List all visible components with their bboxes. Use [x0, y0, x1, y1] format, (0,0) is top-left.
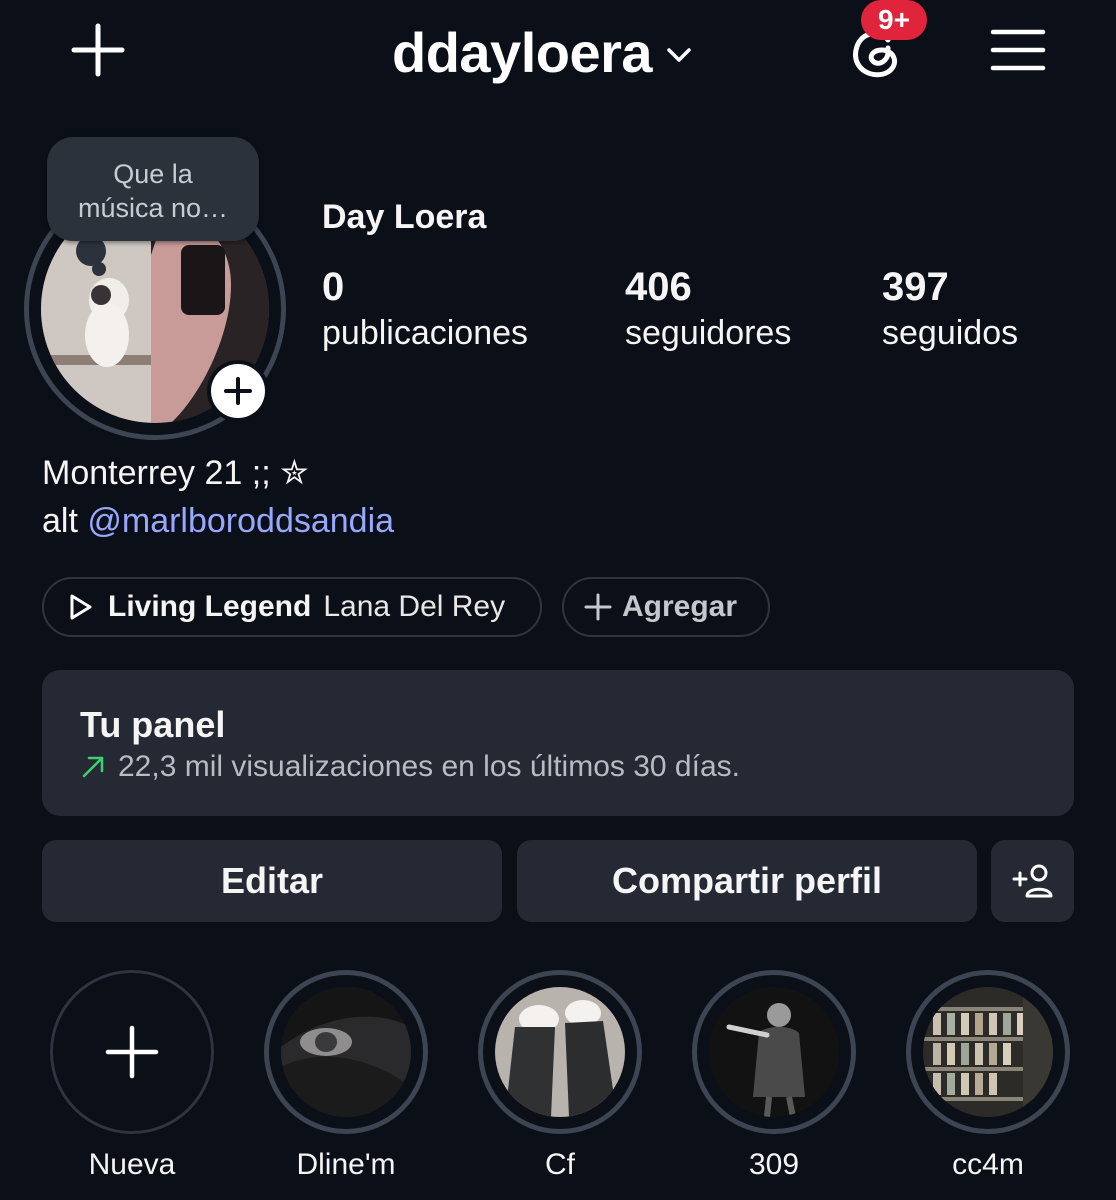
highlight-cover-image	[709, 987, 839, 1117]
music-artist: Lana Del Rey	[323, 590, 506, 623]
notification-badge: 9+	[861, 0, 927, 40]
create-button[interactable]	[68, 20, 128, 80]
plus-icon	[584, 593, 612, 621]
add-user-icon	[1012, 864, 1052, 898]
menu-button[interactable]	[990, 26, 1046, 74]
bio-line: Monterrey 21 ;; ✮	[42, 454, 309, 492]
add-story-button[interactable]	[207, 360, 269, 422]
highlight-ring	[478, 970, 642, 1134]
add-pill-label: Agregar	[622, 590, 738, 623]
highlight-cover-image	[495, 987, 625, 1117]
stat-following-value: 397	[882, 265, 949, 309]
highlight-item[interactable]: cc4m	[904, 970, 1072, 1182]
share-profile-button[interactable]: Compartir perfil	[517, 840, 977, 922]
plus-icon	[71, 23, 125, 77]
account-switcher[interactable]: ddayloera	[392, 20, 692, 84]
play-icon	[70, 594, 92, 620]
stat-posts-label: publicaciones	[322, 314, 529, 352]
dashboard-views-text: 22,3 mil visualizaciones en los últimos …	[118, 750, 740, 783]
highlight-cover-image	[281, 987, 411, 1117]
highlight-label: cc4m	[952, 1148, 1024, 1181]
highlight-item[interactable]: Dline'm	[262, 970, 430, 1182]
stat-followers[interactable]: 406 seguidores	[625, 264, 791, 356]
highlight-new[interactable]: Nueva	[48, 970, 216, 1182]
profile-note-text: Que la música no…	[77, 159, 229, 223]
bio-line-alt: alt @marlboroddsandia	[42, 500, 394, 542]
dashboard-subtitle: 22,3 mil visualizaciones en los últimos …	[80, 750, 740, 784]
highlight-ring	[906, 970, 1070, 1134]
note-bubble-tail-small	[92, 262, 106, 276]
highlight-item[interactable]: Cf	[476, 970, 644, 1182]
music-song-title: Living Legend	[108, 590, 312, 623]
hamburger-menu-icon	[990, 29, 1046, 71]
highlight-label: Dline'm	[296, 1148, 396, 1181]
bio-mention-link[interactable]: @marlboroddsandia	[87, 502, 394, 540]
add-link-pill[interactable]: Agregar	[562, 577, 770, 637]
stat-posts-value: 0	[322, 265, 345, 309]
highlight-label: 309	[748, 1148, 800, 1181]
stat-followers-label: seguidores	[625, 314, 792, 352]
discover-people-button[interactable]	[991, 840, 1074, 922]
highlight-item[interactable]: 309	[690, 970, 858, 1182]
dashboard-title: Tu panel	[80, 704, 226, 745]
profile-music-pill[interactable]: Living Legend Lana Del Rey	[42, 577, 542, 637]
stat-followers-value: 406	[625, 265, 692, 309]
plus-icon	[224, 377, 252, 405]
stat-following-label: seguidos	[882, 314, 1019, 352]
display-name: Day Loera	[322, 198, 487, 236]
username: ddayloera	[392, 20, 653, 84]
chevron-down-icon	[667, 48, 691, 62]
highlight-ring	[50, 970, 214, 1134]
plus-icon	[105, 1025, 159, 1079]
highlight-cover-image	[923, 987, 1053, 1117]
highlight-ring	[264, 970, 428, 1134]
stat-following[interactable]: 397 seguidos	[882, 264, 1018, 356]
profile-note[interactable]: Que la música no…	[47, 137, 259, 241]
stat-posts[interactable]: 0 publicaciones	[322, 264, 528, 356]
edit-profile-button[interactable]: Editar	[42, 840, 502, 922]
bio-prefix: alt	[42, 502, 88, 540]
highlight-ring	[692, 970, 856, 1134]
trend-up-arrow-icon	[82, 756, 104, 778]
highlight-label: Cf	[545, 1148, 575, 1181]
highlight-label: Nueva	[88, 1148, 176, 1181]
